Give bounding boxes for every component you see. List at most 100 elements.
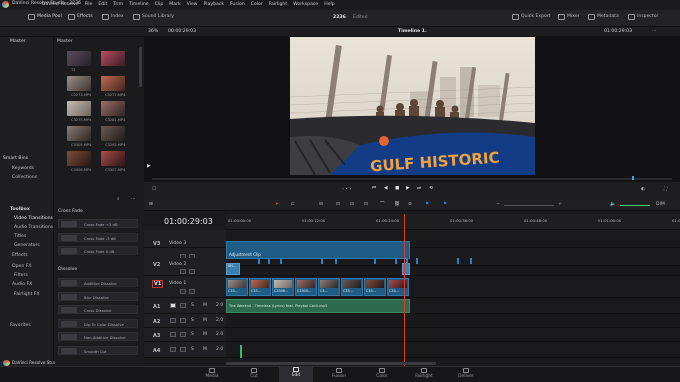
position-lock-icon[interactable]: ⊘ (408, 202, 412, 208)
aspect-icon[interactable]: ☐ (152, 187, 156, 193)
page-tab-cut[interactable]: Cut (237, 368, 271, 379)
track-lane-a2[interactable] (226, 314, 680, 328)
adjustment-clip[interactable]: Adjustment Clip (226, 241, 410, 259)
effect-item[interactable]: Cross Dissolve (58, 305, 138, 314)
timeline-marker[interactable] (258, 258, 260, 264)
volume-slider[interactable] (620, 205, 650, 206)
quick-export-button[interactable]: Quick Export (512, 14, 551, 20)
page-tab-deliver[interactable]: Deliver (449, 368, 483, 379)
page-tab-media[interactable]: Media (195, 368, 229, 379)
go-to-end-icon[interactable]: ⏭ (417, 186, 421, 192)
lock-icon[interactable] (170, 332, 176, 337)
video-clip[interactable]: C33... (387, 278, 409, 296)
clip-thumbnail[interactable] (101, 151, 125, 166)
favorites-heading[interactable]: Favorites (10, 323, 31, 329)
toolbox-heading[interactable]: Toolbox (10, 207, 30, 213)
effect-item[interactable]: Smooth Cut (58, 345, 138, 355)
timeline-marker[interactable] (374, 258, 376, 264)
video-clip[interactable]: C3305... (295, 278, 317, 296)
timeline-view-options-icon[interactable]: ⊞ (149, 202, 153, 208)
menu-item[interactable]: Fusion (230, 2, 245, 7)
blade-tool-icon[interactable]: ⊟ (319, 202, 323, 208)
scrub-left-icon[interactable]: ▶ (147, 164, 151, 170)
track-lane-a4[interactable] (226, 342, 680, 358)
solo-button[interactable]: S (191, 303, 194, 309)
effect-item[interactable]: Cross Fade 0 dB (58, 246, 138, 255)
effect-item[interactable]: Non-Additive Dissolve (58, 332, 138, 341)
match-frame-icon[interactable]: ◐ (641, 187, 645, 193)
track-enable-icon[interactable] (189, 269, 195, 274)
lock-icon[interactable] (170, 318, 176, 323)
clip-thumbnail[interactable] (101, 51, 125, 66)
track-header-v2-name[interactable]: V2 Video 2 (144, 258, 226, 276)
loop-icon[interactable]: ⟲ (429, 186, 433, 192)
mute-button[interactable]: M (203, 332, 207, 338)
track-header-a4[interactable]: A4 S M 2.0 (144, 342, 226, 358)
effect-item[interactable]: Blur Dissolve (58, 291, 138, 301)
toolbox-item[interactable]: Fairlight FX (14, 292, 40, 298)
toolbox-item[interactable]: Open FX (12, 264, 32, 270)
timeline-marker[interactable] (406, 258, 408, 264)
inspector-button[interactable]: Inspector (628, 14, 658, 20)
track-lane-a3[interactable] (226, 328, 680, 342)
timeline-ruler[interactable]: 01:00:00:00 01:00:12:00 01:00:24:00 01:00:3… (226, 214, 680, 230)
menu-item[interactable]: File (85, 2, 93, 7)
timeline-marker[interactable] (280, 258, 282, 264)
selection-tool-icon[interactable]: ➤ (275, 202, 279, 208)
clip-thumbnail[interactable] (101, 126, 125, 141)
clip-thumbnail[interactable] (67, 101, 91, 116)
auto-select-icon[interactable] (180, 347, 186, 352)
metadata-button[interactable]: Metadata (588, 14, 619, 20)
zoom-slider[interactable] (504, 205, 554, 206)
overwrite-clip-icon[interactable]: ⊡ (350, 202, 354, 208)
effect-item[interactable]: Cross Fade +3 dB (58, 219, 138, 228)
video-clip[interactable]: C33... (226, 278, 248, 296)
media-pool-scrollbar[interactable] (139, 47, 142, 87)
flag-icon[interactable]: ⚑ (425, 202, 429, 208)
timeline-name[interactable]: Timeline 1 (398, 29, 425, 35)
master-bin[interactable]: Master (10, 39, 26, 45)
menu-item[interactable]: Help (324, 2, 334, 7)
volume-icon[interactable]: 🔈 (610, 202, 616, 208)
solo-button[interactable]: S (191, 347, 194, 353)
dim-button[interactable]: DIM (656, 202, 665, 208)
toolbox-item[interactable]: Generators (14, 243, 40, 249)
effect-item[interactable]: Dip To Color Dissolve (58, 318, 138, 328)
timeline-marker[interactable] (335, 258, 337, 264)
more-options-icon[interactable]: ··· (652, 29, 656, 35)
track-header-a3[interactable]: A3 S M 2.0 (144, 328, 226, 342)
mute-button[interactable]: M (203, 347, 207, 353)
menu-item[interactable]: Mark (169, 2, 180, 7)
track-header-a1[interactable]: A1 S M 2.0 (144, 298, 226, 314)
effects-button[interactable]: Effects (68, 14, 93, 20)
menu-item[interactable]: DaVinci Resolve (42, 2, 79, 7)
effect-item[interactable]: Cross Fade -3 dB (58, 232, 138, 242)
timeline-scrollbar[interactable] (226, 362, 436, 365)
toolbox-item[interactable]: Video Transitions (14, 216, 53, 222)
trim-tool-icon[interactable]: ⊏ (291, 202, 295, 208)
track-header-v1[interactable]: V1 Video 1 (144, 276, 226, 298)
menu-item[interactable]: Trim (113, 2, 123, 7)
menu-item[interactable]: Edit (98, 2, 107, 7)
auto-select-icon[interactable] (180, 269, 186, 274)
clip-thumbnail[interactable] (67, 51, 91, 66)
toolbox-item[interactable]: Audio Transitions (14, 225, 53, 231)
jog-control-icon[interactable]: ‹ • › (342, 187, 351, 193)
auto-select-icon[interactable] (180, 332, 186, 337)
index-button[interactable]: Index (102, 14, 124, 20)
clip-thumbnail[interactable] (101, 76, 125, 91)
insert-clip-icon[interactable]: ⊡ (336, 202, 340, 208)
audio-clip[interactable]: The Weeknd - Timeless (Lyrics) feat. Pla… (226, 299, 410, 313)
toolbox-item[interactable]: Filters (14, 273, 28, 279)
replace-clip-icon[interactable]: ⊡ (364, 202, 368, 208)
clip-thumbnail[interactable] (67, 151, 91, 166)
snapping-icon[interactable]: ⌒ (380, 202, 385, 208)
more-icon[interactable]: ··· (131, 197, 135, 203)
effect-item[interactable]: Additive Dissolve (58, 278, 138, 287)
clip-thumbnail[interactable] (101, 101, 125, 116)
mute-button[interactable]: M (203, 318, 207, 324)
toolbox-item[interactable]: Effects (12, 253, 28, 259)
menu-item[interactable]: Clip (155, 2, 164, 7)
mixer-button[interactable]: Mixer (558, 14, 580, 20)
page-tab-edit[interactable]: Edit (279, 367, 313, 382)
